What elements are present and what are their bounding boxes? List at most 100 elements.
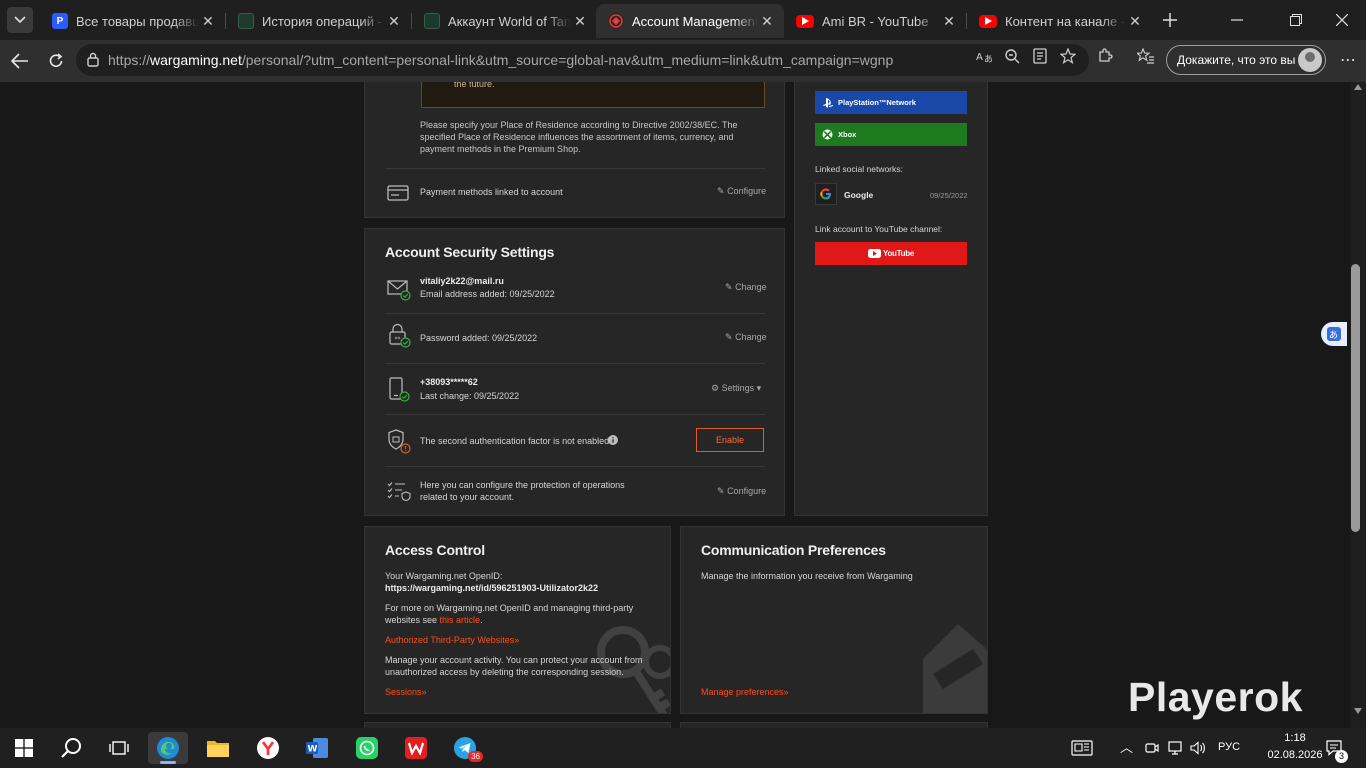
input-language[interactable]: РУС bbox=[1218, 741, 1240, 753]
tab-ami-youtube[interactable]: Ami BR - YouTube ✕ bbox=[784, 4, 966, 38]
password-change-button[interactable]: ✎ Change bbox=[725, 332, 767, 343]
xbox-link-button[interactable]: Xbox bbox=[815, 123, 967, 146]
extensions-icon[interactable] bbox=[1095, 46, 1115, 66]
search-button[interactable] bbox=[52, 732, 92, 764]
page-viewport: You will not be able to change this para… bbox=[0, 82, 1366, 728]
svg-text:**: ** bbox=[395, 336, 401, 343]
residence-warning-box: You will not be able to change this para… bbox=[421, 82, 765, 108]
tray-chevron-up-icon[interactable]: ︿ bbox=[1120, 737, 1133, 756]
taskbar-whatsapp[interactable] bbox=[347, 732, 387, 764]
divider bbox=[385, 363, 765, 364]
task-view-icon bbox=[109, 741, 129, 755]
translate-icon[interactable]: Aあ bbox=[974, 46, 994, 66]
openid-label: Your Wargaming.net OpenID: bbox=[385, 571, 503, 581]
floating-translate-button[interactable]: あ bbox=[1321, 322, 1347, 346]
scroll-down-arrow-icon[interactable] bbox=[1354, 708, 1362, 714]
tab-channel-content[interactable]: Контент на канале - Yo ✕ bbox=[967, 4, 1152, 38]
volume-icon[interactable] bbox=[1190, 740, 1206, 756]
divider bbox=[385, 168, 765, 169]
checklist-shield-icon bbox=[387, 482, 411, 501]
more-menu-button[interactable]: ⋯ bbox=[1340, 52, 1356, 69]
taskbar-yandex-browser[interactable] bbox=[248, 732, 288, 764]
pencil-icon: ✎ bbox=[717, 186, 725, 196]
this-article-link[interactable]: this article bbox=[440, 615, 481, 625]
phone-number: +38093*****62 bbox=[420, 377, 478, 387]
taskbar-file-explorer[interactable] bbox=[198, 732, 238, 764]
taskbar-word[interactable]: W bbox=[297, 732, 337, 764]
arrow-left-icon bbox=[11, 53, 28, 69]
divider bbox=[385, 414, 765, 415]
reader-mode-icon[interactable] bbox=[1030, 46, 1050, 66]
access-control-title: Access Control bbox=[385, 542, 485, 558]
email-change-button[interactable]: ✎ Change bbox=[725, 282, 767, 293]
info-icon[interactable] bbox=[608, 435, 618, 445]
tab-operations-history[interactable]: История операций - Lo ✕ bbox=[226, 4, 411, 38]
taskbar-telegram[interactable]: 36 bbox=[445, 732, 485, 764]
access-control-panel: Access Control Your Wargaming.net OpenID… bbox=[364, 526, 671, 714]
phone-check-icon bbox=[389, 377, 410, 402]
close-tab-icon[interactable]: ✕ bbox=[199, 13, 217, 30]
network-icon[interactable] bbox=[1167, 740, 1183, 756]
address-bar[interactable]: https://wargaming.net/personal/?utm_cont… bbox=[76, 44, 1089, 76]
favorite-star-icon[interactable] bbox=[1058, 46, 1078, 66]
windows-logo-icon bbox=[15, 739, 33, 757]
operations-configure-button[interactable]: ✎ Configure bbox=[717, 486, 766, 497]
close-tab-icon[interactable]: ✕ bbox=[940, 13, 958, 30]
email-check-icon bbox=[387, 280, 411, 301]
camera-icon[interactable] bbox=[1145, 741, 1159, 755]
openid-more-text: For more on Wargaming.net OpenID and man… bbox=[385, 603, 634, 625]
wargaming-icon bbox=[608, 13, 624, 29]
divider bbox=[385, 313, 765, 314]
scrollbar-thumb[interactable] bbox=[1351, 264, 1360, 532]
news-widget-icon[interactable] bbox=[1071, 740, 1093, 756]
sessions-link[interactable]: Sessions» bbox=[385, 686, 427, 698]
manage-preferences-link[interactable]: Manage preferences» bbox=[701, 686, 789, 698]
email-added-date: Email address added: 09/25/2022 bbox=[420, 289, 555, 299]
communication-preferences-panel: Communication Preferences Manage the inf… bbox=[680, 526, 988, 714]
start-button[interactable] bbox=[4, 732, 44, 764]
new-tab-button[interactable] bbox=[1158, 8, 1182, 32]
youtube-link-button[interactable]: YouTube bbox=[815, 242, 967, 265]
reload-button[interactable] bbox=[43, 48, 69, 74]
url-path: /personal/?utm_content=personal-link&utm… bbox=[241, 52, 894, 68]
close-tab-icon[interactable]: ✕ bbox=[1126, 13, 1144, 30]
word-icon: W bbox=[306, 738, 328, 758]
tab-wot-account[interactable]: Аккаунт World of Tanks ✕ bbox=[412, 4, 597, 38]
taskbar-edge[interactable] bbox=[148, 732, 188, 764]
restore-icon bbox=[1290, 14, 1302, 26]
scroll-up-arrow-icon[interactable] bbox=[1354, 84, 1362, 90]
close-icon bbox=[1335, 13, 1349, 27]
authorized-websites-link[interactable]: Authorized Third-Party Websites» bbox=[385, 634, 519, 646]
close-tab-icon[interactable]: ✕ bbox=[385, 13, 403, 30]
phone-settings-dropdown[interactable]: ⚙ Settings ▾ bbox=[711, 383, 761, 394]
close-tab-icon[interactable]: ✕ bbox=[571, 13, 589, 30]
tab-playerok-seller[interactable]: P Все товары продавца P ✕ bbox=[40, 4, 225, 38]
restore-button[interactable] bbox=[1290, 13, 1302, 26]
telegram-badge: 36 bbox=[468, 751, 483, 762]
lock-icon[interactable] bbox=[86, 52, 100, 67]
clock-time[interactable]: 1:18 bbox=[1270, 732, 1320, 744]
youtube-icon bbox=[868, 249, 882, 258]
pencil-icon: ✎ bbox=[725, 282, 733, 292]
notifications-count: 3 bbox=[1335, 750, 1348, 763]
tab-account-management[interactable]: Account Management | W ✕ bbox=[596, 4, 784, 38]
chevron-down-icon bbox=[14, 16, 26, 24]
close-window-button[interactable] bbox=[1335, 13, 1349, 27]
enable-twofa-button[interactable]: Enable bbox=[696, 428, 764, 452]
psn-link-button[interactable]: PlayStation™Network bbox=[815, 91, 967, 114]
payment-methods-label: Payment methods linked to account bbox=[420, 187, 563, 197]
back-button[interactable] bbox=[7, 48, 33, 74]
search-icon bbox=[61, 738, 81, 758]
tab-actions-button[interactable] bbox=[7, 7, 33, 33]
payment-configure-button[interactable]: ✎ Configure bbox=[717, 186, 766, 197]
svg-text:あ: あ bbox=[1329, 330, 1338, 341]
minimize-button[interactable] bbox=[1230, 12, 1244, 26]
zoom-icon[interactable] bbox=[1002, 46, 1022, 66]
favorites-list-icon[interactable] bbox=[1136, 46, 1156, 66]
taskbar-wps-office[interactable] bbox=[396, 732, 436, 764]
residence-info-text: Please specify your Place of Residence a… bbox=[420, 120, 738, 154]
clock-date[interactable]: 02.08.2026 bbox=[1255, 749, 1335, 761]
close-tab-icon[interactable]: ✕ bbox=[758, 13, 776, 30]
task-view-button[interactable] bbox=[99, 732, 139, 764]
profile-button[interactable]: Докажите, что это вы bbox=[1166, 45, 1326, 75]
